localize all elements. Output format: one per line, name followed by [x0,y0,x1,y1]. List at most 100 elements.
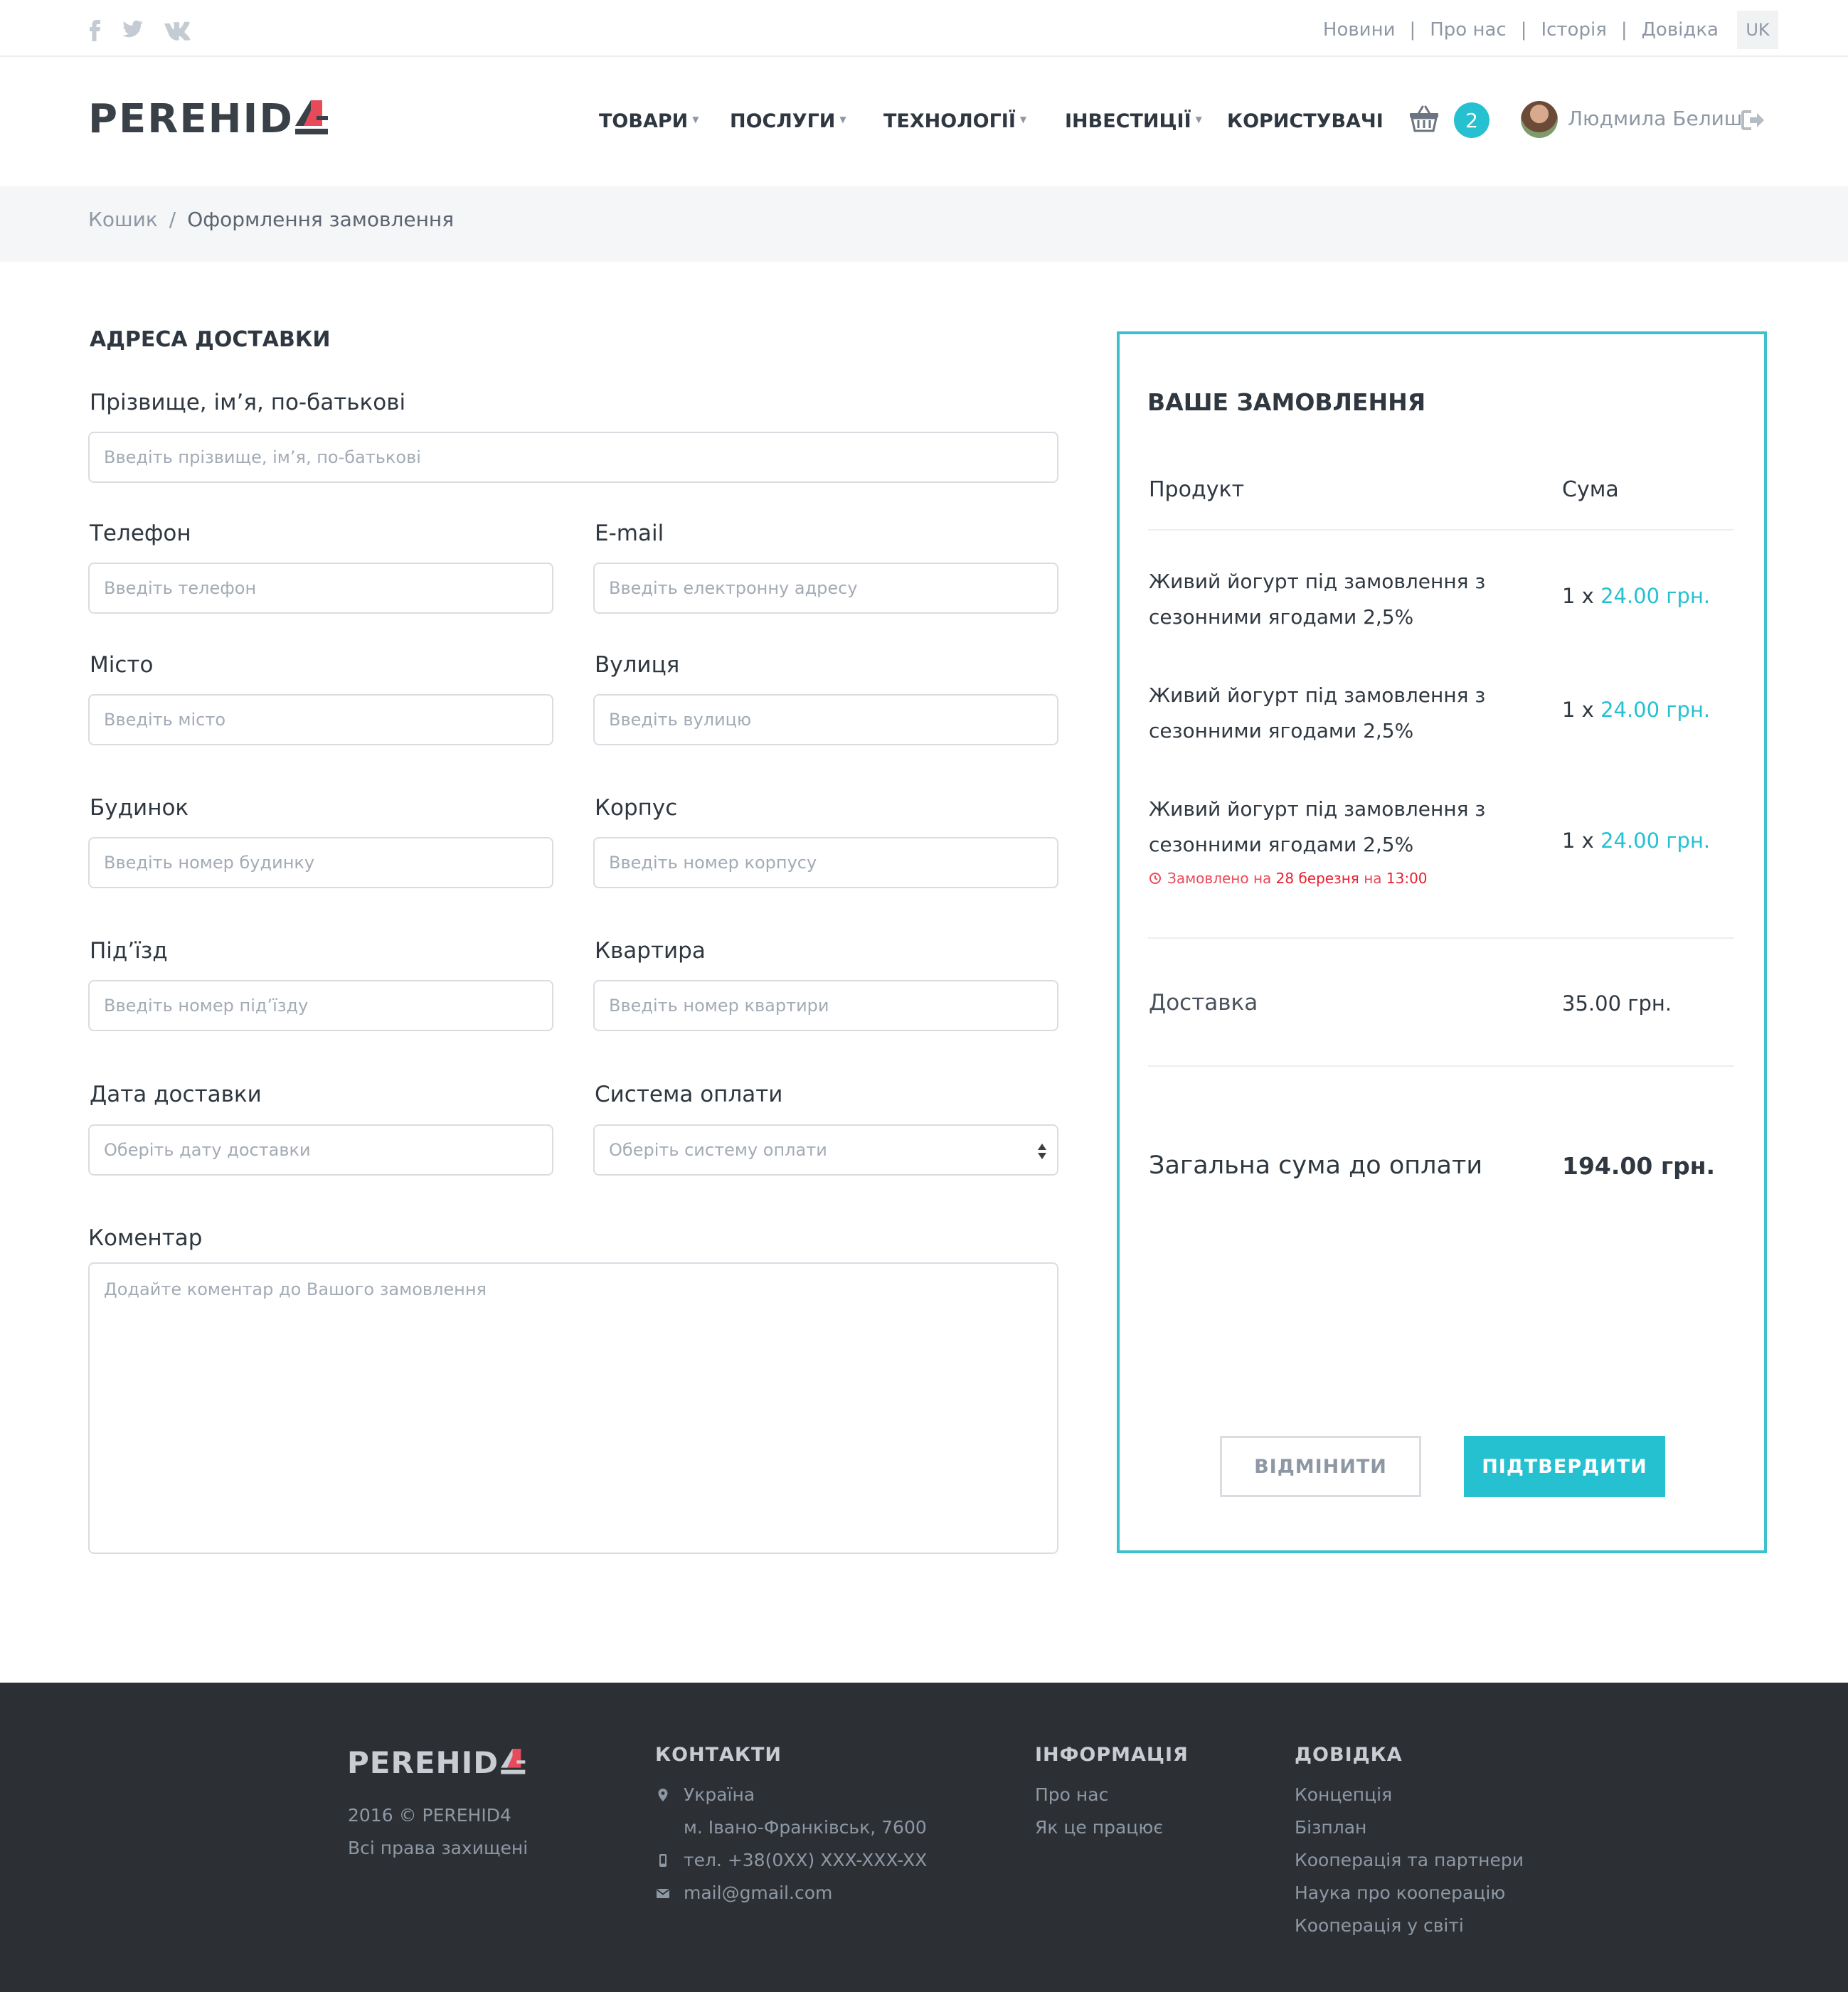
contacts-list: Україна м. Івано-Франківськ, 7600 тел. +… [655,1779,954,1910]
payment-system-value: Оберіть систему оплати [609,1140,827,1160]
top-link-help[interactable]: Довідка [1642,19,1719,41]
contact-address: Україна [655,1779,954,1811]
phone-input[interactable]: Введіть телефон [88,563,553,614]
caret-down-icon: ▼ [1195,114,1202,124]
phone-label: Телефон [90,521,191,546]
top-link-news[interactable]: Новини [1323,19,1396,41]
comment-label: Коментар [88,1225,203,1251]
breadcrumb-current: Оформлення замовлення [187,208,455,231]
footer-link-how-it-works[interactable]: Як це працює [1035,1811,1163,1844]
twitter-icon[interactable] [120,16,145,41]
caret-down-icon: ▼ [692,114,699,124]
confirm-button[interactable]: ПІДТВЕРДИТИ [1464,1436,1665,1497]
house-label: Будинок [90,795,189,821]
total-value: 194.00 грн. [1562,1152,1716,1180]
vk-icon[interactable] [162,16,191,41]
order-item-name: Живий йогурт під замовлення з сезонними … [1149,797,1486,856]
top-links: Новини | Про нас | Історія | Довідка UK [1323,11,1778,49]
fullname-input[interactable]: Введіть прізвище, ім’я, по-батькові [88,432,1058,483]
apartment-label: Квартира [595,938,706,964]
email-label: E-mail [595,521,664,546]
nav-item-technologies[interactable]: ТЕХНОЛОГІЇ ▼ [883,110,1026,132]
cart-count-badge[interactable]: 2 [1454,102,1489,138]
delivery-value: 35.00 грн. [1562,991,1672,1016]
facebook-icon[interactable] [83,16,108,41]
top-link-separator: | [1520,19,1527,41]
help-links: Концепція Бізплан Кооперація та партнери… [1295,1779,1524,1942]
contact-phone: тел. +38(0XX) XXX-XXX-XX [655,1844,954,1877]
delivery-section-title: АДРЕСА ДОСТАВКИ [90,327,331,352]
order-item-name: Живий йогурт під замовлення з сезонними … [1149,683,1486,742]
breadcrumb-cart[interactable]: Кошик [88,208,158,231]
top-link-about[interactable]: Про нас [1430,19,1506,41]
payment-system-select[interactable]: Оберіть систему оплати [593,1124,1058,1176]
footer-link-cooperation-partners[interactable]: Кооперація та партнери [1295,1844,1524,1877]
language-switcher[interactable]: UK [1737,11,1778,49]
nav-item-products[interactable]: ТОВАРИ ▼ [599,110,699,132]
caret-down-icon: ▼ [839,114,846,124]
street-label: Вулиця [595,652,680,678]
order-item-schedule-note: Замовлено на 28 березня на 13:00 [1149,870,1428,887]
top-link-history[interactable]: Історія [1541,19,1606,41]
payment-system-label: Система оплати [595,1082,783,1107]
info-title: ІНФОРМАЦІЯ [1035,1744,1189,1766]
caret-down-icon: ▼ [1019,114,1027,124]
email-input[interactable]: Введіть електронну адресу [593,563,1058,614]
contact-city: м. Івано-Франківськ, 7600 [684,1817,927,1838]
phone-icon [659,1854,667,1867]
nav-item-users[interactable]: КОРИСТУВАЧІ [1227,110,1384,132]
fullname-label: Прізвище, ім’я, по-батькові [90,390,406,415]
house-input[interactable]: Введіть номер будинку [88,837,553,888]
avatar[interactable] [1521,101,1558,138]
delivery-date-input[interactable]: Оберіть дату доставки [88,1124,553,1176]
building-label: Корпус [595,795,678,821]
entrance-input[interactable]: Введіть номер під’їзду [88,980,553,1031]
map-pin-icon [658,1789,668,1801]
footer-link-business-plan[interactable]: Бізплан [1295,1811,1524,1844]
breadcrumb-separator: / [169,208,176,231]
envelope-icon [656,1889,670,1898]
clock-icon [1149,873,1161,884]
building-input[interactable]: Введіть номер корпусу [593,837,1058,888]
apartment-input[interactable]: Введіть номер квартири [593,980,1058,1031]
order-item-sum: 1 x 24.00 грн. [1562,829,1711,853]
info-links: Про нас Як це працює [1035,1779,1163,1844]
order-summary-panel [1117,331,1767,1553]
footer-logo-text: PEREHID [347,1745,499,1780]
cart-basket-icon[interactable] [1408,104,1440,137]
user-name[interactable]: Людмила Белиш [1568,107,1742,130]
order-title: ВАШЕ ЗАМОВЛЕННЯ [1147,388,1426,416]
cancel-button[interactable]: ВІДМІНИТИ [1220,1436,1421,1497]
divider [1148,529,1734,531]
city-input[interactable]: Введіть місто [88,694,553,745]
footer-link-about[interactable]: Про нас [1035,1779,1163,1811]
footer-link-cooperation-world[interactable]: Кооперація у світі [1295,1910,1524,1942]
footer-link-cooperation-science[interactable]: Наука про кооперацію [1295,1877,1524,1910]
help-title: ДОВІДКА [1295,1744,1403,1766]
street-input[interactable]: Введіть вулицю [593,694,1058,745]
footer-logo[interactable]: PEREHID [347,1747,527,1779]
comment-textarea[interactable]: Додайте коментар до Вашого замовлення [88,1262,1058,1554]
sum-column-header: Сума [1562,477,1619,502]
top-link-separator: | [1620,19,1627,41]
contacts-title: КОНТАКТИ [655,1744,782,1766]
footer-link-concept[interactable]: Концепція [1295,1779,1524,1811]
order-item-name: Живий йогурт під замовлення з сезонними … [1149,570,1486,629]
top-link-separator: | [1409,19,1416,41]
logout-icon[interactable] [1741,110,1765,134]
product-column-header: Продукт [1149,477,1245,502]
nav-item-services[interactable]: ПОСЛУГИ ▼ [730,110,846,132]
divider [1148,1065,1734,1067]
contact-email[interactable]: mail@gmail.com [655,1877,954,1910]
total-label: Загальна сума до оплати [1149,1151,1483,1180]
select-arrows-icon [1038,1144,1046,1159]
divider [1148,937,1734,939]
order-item-sum: 1 x 24.00 грн. [1562,698,1711,722]
order-item-sum: 1 x 24.00 грн. [1562,584,1711,608]
nav-item-investments[interactable]: ІНВЕСТИЦІЇ ▼ [1065,110,1202,132]
rights-text: Всі права захищені [348,1838,529,1858]
breadcrumb: Кошик / Оформлення замовлення [88,208,454,231]
copyright-text: 2016 © PEREHID4 [348,1805,511,1826]
entrance-label: Під’їзд [90,938,168,964]
logo-mark-icon [501,1748,526,1774]
